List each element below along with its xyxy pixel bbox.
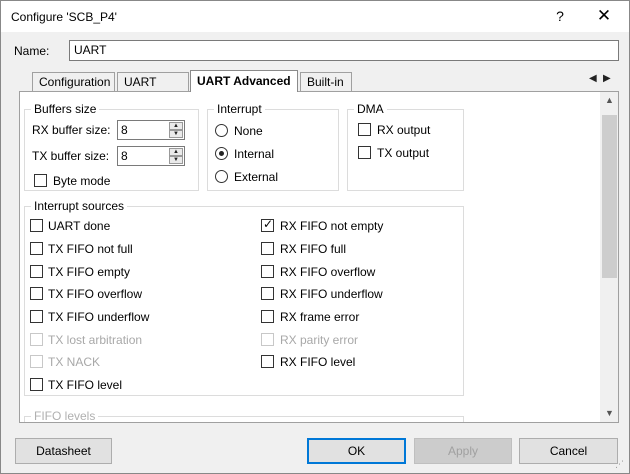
tx-fifo-empty-checkbox[interactable] (30, 265, 43, 278)
close-button[interactable]: ✕ (593, 5, 615, 27)
rx-fifo-level-label: RX FIFO level (280, 355, 356, 369)
tab-prev-icon[interactable]: ◀ (589, 73, 597, 84)
interrupt-external-radio[interactable] (215, 170, 228, 183)
dma-tx-output-checkbox[interactable] (358, 146, 371, 159)
rx-buffer-size-spinner[interactable]: 8 ▲ ▼ (117, 120, 185, 140)
tx-buffer-size-label: TX buffer size: (32, 149, 110, 163)
byte-mode-label: Byte mode (53, 174, 111, 188)
tab-strip: Configuration UART Basic UART Advanced B… (9, 70, 623, 107)
spin-down-icon[interactable]: ▼ (169, 130, 183, 138)
interrupt-none-label: None (234, 124, 263, 138)
tx-fifo-level-checkbox[interactable] (30, 378, 43, 391)
rx-fifo-underflow-label: RX FIFO underflow (280, 287, 383, 301)
dma-rx-output-label: RX output (377, 123, 431, 137)
tx-fifo-not-full-label: TX FIFO not full (48, 242, 133, 256)
dma-title: DMA (354, 102, 387, 116)
rx-frame-error-label: RX frame error (280, 310, 360, 324)
tab-uart-advanced[interactable]: UART Advanced (190, 70, 298, 92)
interrupt-internal-radio[interactable] (215, 147, 228, 160)
rx-fifo-underflow-checkbox[interactable] (261, 287, 274, 300)
interrupt-title: Interrupt (214, 102, 265, 116)
tx-fifo-level-label: TX FIFO level (48, 378, 123, 392)
scroll-thumb[interactable] (602, 115, 617, 278)
checkmark-icon: ✓ (262, 217, 274, 231)
tab-uart-basic[interactable]: UART Basic (117, 72, 189, 107)
radio-selected-icon (219, 151, 224, 156)
tx-fifo-empty-label: TX FIFO empty (48, 265, 131, 279)
rx-fifo-overflow-label: RX FIFO overflow (280, 265, 376, 279)
vertical-scrollbar[interactable]: ▲ ▼ (600, 92, 618, 422)
spin-up-icon[interactable]: ▲ (169, 148, 183, 156)
window-title: Configure 'SCB_P4' (11, 10, 117, 24)
datasheet-button[interactable]: Datasheet (15, 438, 112, 464)
dma-rx-output-checkbox[interactable] (358, 123, 371, 136)
configure-dialog: Configure 'SCB_P4' ? ✕ Name: UART Config… (0, 0, 630, 474)
interrupt-external-label: External (234, 170, 279, 184)
tab-configuration[interactable]: Configuration (32, 72, 115, 91)
rx-buffer-size-label: RX buffer size: (32, 123, 111, 137)
rx-fifo-not-empty-checkbox[interactable]: ✓ (261, 217, 274, 232)
rx-fifo-full-checkbox[interactable] (261, 242, 274, 255)
scroll-down-icon[interactable]: ▼ (600, 405, 618, 422)
byte-mode-checkbox[interactable] (34, 174, 47, 187)
tx-lost-arbitration-checkbox (30, 333, 43, 346)
title-bar: Configure 'SCB_P4' ? ✕ (1, 1, 629, 32)
cancel-button[interactable]: Cancel (519, 438, 618, 464)
resize-grip-icon[interactable]: ⋰ (615, 459, 624, 470)
rx-fifo-level-checkbox[interactable] (261, 355, 274, 368)
interrupt-internal-label: Internal (234, 147, 275, 161)
tab-built-in[interactable]: Built-in (300, 72, 352, 91)
uart-done-checkbox[interactable] (30, 219, 43, 232)
name-input[interactable]: UART (69, 40, 619, 61)
tx-buffer-size-value: 8 (121, 149, 128, 163)
buffers-size-title: Buffers size (31, 102, 100, 116)
uart-done-label: UART done (48, 219, 111, 233)
name-label: Name: (14, 44, 50, 58)
dma-tx-output-label: TX output (377, 146, 430, 160)
tx-fifo-underflow-checkbox[interactable] (30, 310, 43, 323)
rx-fifo-full-label: RX FIFO full (280, 242, 347, 256)
tx-nack-label: TX NACK (48, 355, 101, 369)
apply-button[interactable]: Apply (414, 438, 512, 464)
tx-fifo-overflow-label: TX FIFO overflow (48, 287, 143, 301)
rx-frame-error-checkbox[interactable] (261, 310, 274, 323)
fifo-levels-group: FIFO levels (24, 409, 464, 422)
rx-parity-error-checkbox (261, 333, 274, 346)
tx-fifo-overflow-checkbox[interactable] (30, 287, 43, 300)
fifo-levels-title: FIFO levels (31, 409, 99, 422)
tx-nack-checkbox (30, 355, 43, 368)
tx-lost-arbitration-label: TX lost arbitration (48, 333, 143, 347)
uart-advanced-panel: Buffers size RX buffer size: 8 ▲ ▼ TX bu… (19, 91, 619, 423)
help-button[interactable]: ? (550, 5, 570, 27)
scroll-up-icon[interactable]: ▲ (600, 92, 618, 109)
rx-fifo-overflow-checkbox[interactable] (261, 265, 274, 278)
spin-down-icon[interactable]: ▼ (169, 156, 183, 164)
spin-up-icon[interactable]: ▲ (169, 122, 183, 130)
rx-parity-error-label: RX parity error (280, 333, 359, 347)
tx-fifo-not-full-checkbox[interactable] (30, 242, 43, 255)
interrupt-none-radio[interactable] (215, 124, 228, 137)
tx-fifo-underflow-label: TX FIFO underflow (48, 310, 150, 324)
rx-buffer-size-value: 8 (121, 123, 128, 137)
tab-next-icon[interactable]: ▶ (603, 73, 611, 84)
rx-fifo-not-empty-label: RX FIFO not empty (280, 219, 384, 233)
interrupt-sources-title: Interrupt sources (31, 199, 128, 213)
ok-button[interactable]: OK (307, 438, 406, 464)
tx-buffer-size-spinner[interactable]: 8 ▲ ▼ (117, 146, 185, 166)
